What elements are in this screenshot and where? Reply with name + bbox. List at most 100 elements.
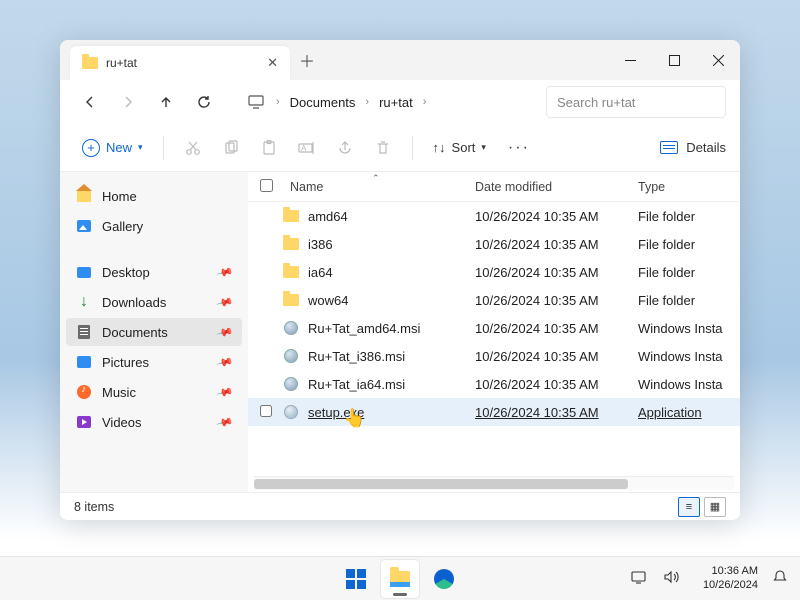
taskbar-file-explorer[interactable] xyxy=(381,560,419,598)
file-row[interactable]: wow6410/26/2024 10:35 AMFile folder xyxy=(248,286,740,314)
file-row[interactable]: Ru+Tat_i386.msi10/26/2024 10:35 AMWindow… xyxy=(248,342,740,370)
sidebar-item-downloads[interactable]: ↓Downloads📌 xyxy=(66,288,242,316)
volume-icon[interactable] xyxy=(663,570,681,587)
sidebar-item-videos[interactable]: Videos📌 xyxy=(66,408,242,436)
details-button[interactable]: Details xyxy=(660,140,726,155)
file-name: wow64 xyxy=(308,293,467,308)
edge-icon xyxy=(434,569,454,589)
chevron-right-icon: › xyxy=(276,96,280,108)
cut-button[interactable] xyxy=(176,131,210,165)
close-button[interactable] xyxy=(696,40,740,80)
pin-icon: 📌 xyxy=(216,413,234,431)
windows-logo-icon xyxy=(346,569,366,589)
sidebar-label: Gallery xyxy=(102,219,143,234)
forward-button[interactable] xyxy=(112,86,144,118)
chevron-right-icon: › xyxy=(365,96,369,108)
sidebar-item-desktop[interactable]: Desktop 📌 xyxy=(66,258,242,286)
pin-icon: 📌 xyxy=(216,323,234,341)
scrollbar-thumb[interactable] xyxy=(254,479,628,489)
file-row[interactable]: i38610/26/2024 10:35 AMFile folder xyxy=(248,230,740,258)
videos-icon xyxy=(77,416,91,428)
up-button[interactable] xyxy=(150,86,182,118)
column-date[interactable]: Date modified xyxy=(475,180,630,194)
chevron-down-icon: ▾ xyxy=(481,142,486,153)
file-row[interactable]: setup.exe10/26/2024 10:35 AMApplication xyxy=(248,398,740,426)
notifications-icon[interactable] xyxy=(772,569,788,588)
file-type: File folder xyxy=(638,265,728,280)
file-name: Ru+Tat_i386.msi xyxy=(308,349,467,364)
sidebar-label: Desktop xyxy=(102,265,150,280)
view-toggles: ≡ ▦ xyxy=(678,497,726,517)
gallery-icon xyxy=(77,220,91,232)
tab-close-icon[interactable]: ✕ xyxy=(267,55,278,71)
copy-button[interactable] xyxy=(214,131,248,165)
maximize-button[interactable] xyxy=(652,40,696,80)
select-all-checkbox[interactable] xyxy=(260,179,273,192)
horizontal-scrollbar[interactable] xyxy=(254,476,734,490)
content-pane: ⌃ Name Date modified Type amd6410/26/202… xyxy=(248,172,740,492)
navbar: › Documents › ru+tat › Search ru+tat xyxy=(60,80,740,124)
file-name: amd64 xyxy=(308,209,467,224)
pin-icon: 📌 xyxy=(216,263,234,281)
taskbar-edge[interactable] xyxy=(425,560,463,598)
new-button[interactable]: + New ▾ xyxy=(74,135,151,161)
sidebar-item-documents[interactable]: Documents📌 xyxy=(66,318,242,346)
tray-time: 10:36 AM xyxy=(703,565,758,579)
clock[interactable]: 10:36 AM 10/26/2024 xyxy=(695,565,758,593)
folder-icon xyxy=(283,294,299,306)
start-button[interactable] xyxy=(337,560,375,598)
rename-button[interactable]: A xyxy=(290,131,324,165)
file-explorer-window: ru+tat ✕ ＋ › Documents › ru+tat › Search… xyxy=(60,40,740,520)
pictures-icon xyxy=(77,356,91,368)
column-type[interactable]: Type xyxy=(638,180,728,194)
folder-icon xyxy=(283,238,299,250)
refresh-button[interactable] xyxy=(188,86,220,118)
separator xyxy=(163,136,164,160)
folder-icon xyxy=(283,210,299,222)
file-row[interactable]: Ru+Tat_ia64.msi10/26/2024 10:35 AMWindow… xyxy=(248,370,740,398)
file-name: Ru+Tat_ia64.msi xyxy=(308,377,467,392)
minimize-button[interactable] xyxy=(608,40,652,80)
sidebar-label: Home xyxy=(102,189,137,204)
file-date: 10/26/2024 10:35 AM xyxy=(475,293,630,308)
taskbar: 10:36 AM 10/26/2024 xyxy=(0,556,800,600)
new-tab-button[interactable]: ＋ xyxy=(290,43,324,77)
toolbar: + New ▾ A ↑↓ Sort ▾ ··· Details xyxy=(60,124,740,172)
file-type: File folder xyxy=(638,209,728,224)
tray-date: 10/26/2024 xyxy=(703,579,758,593)
search-input[interactable]: Search ru+tat xyxy=(546,86,726,118)
paste-button[interactable] xyxy=(252,131,286,165)
sidebar-item-gallery[interactable]: Gallery xyxy=(66,212,242,240)
breadcrumb-folder[interactable]: ru+tat xyxy=(373,91,419,114)
file-row[interactable]: amd6410/26/2024 10:35 AMFile folder xyxy=(248,202,740,230)
details-label: Details xyxy=(686,140,726,155)
share-button[interactable] xyxy=(328,131,362,165)
network-icon[interactable] xyxy=(631,570,649,587)
more-button[interactable]: ··· xyxy=(498,135,540,161)
sidebar-label: Pictures xyxy=(102,355,149,370)
separator xyxy=(412,136,413,160)
breadcrumb-documents[interactable]: Documents xyxy=(284,91,362,114)
breadcrumb[interactable]: › Documents › ru+tat › xyxy=(232,86,534,118)
back-button[interactable] xyxy=(74,86,106,118)
chevron-right-icon: › xyxy=(423,96,427,108)
sidebar-item-pictures[interactable]: Pictures📌 xyxy=(66,348,242,376)
tab-title: ru+tat xyxy=(106,56,259,70)
file-row[interactable]: Ru+Tat_amd64.msi10/26/2024 10:35 AMWindo… xyxy=(248,314,740,342)
sort-button[interactable]: ↑↓ Sort ▾ xyxy=(425,136,494,159)
item-count: 8 items xyxy=(74,500,114,514)
delete-button[interactable] xyxy=(366,131,400,165)
sidebar-label: Downloads xyxy=(102,295,166,310)
tab-current[interactable]: ru+tat ✕ xyxy=(70,46,290,80)
column-headers: ⌃ Name Date modified Type xyxy=(248,172,740,202)
pc-icon[interactable] xyxy=(240,86,272,118)
file-row[interactable]: ia6410/26/2024 10:35 AMFile folder xyxy=(248,258,740,286)
details-view-button[interactable]: ≡ xyxy=(678,497,700,517)
sort-icon: ↑↓ xyxy=(433,140,446,155)
system-tray[interactable]: 10:36 AM 10/26/2024 xyxy=(631,565,800,593)
sidebar-item-music[interactable]: Music📌 xyxy=(66,378,242,406)
chevron-down-icon: ▾ xyxy=(138,142,143,153)
row-checkbox[interactable] xyxy=(260,405,272,417)
sidebar-item-home[interactable]: Home xyxy=(66,182,242,210)
thumbnail-view-button[interactable]: ▦ xyxy=(704,497,726,517)
